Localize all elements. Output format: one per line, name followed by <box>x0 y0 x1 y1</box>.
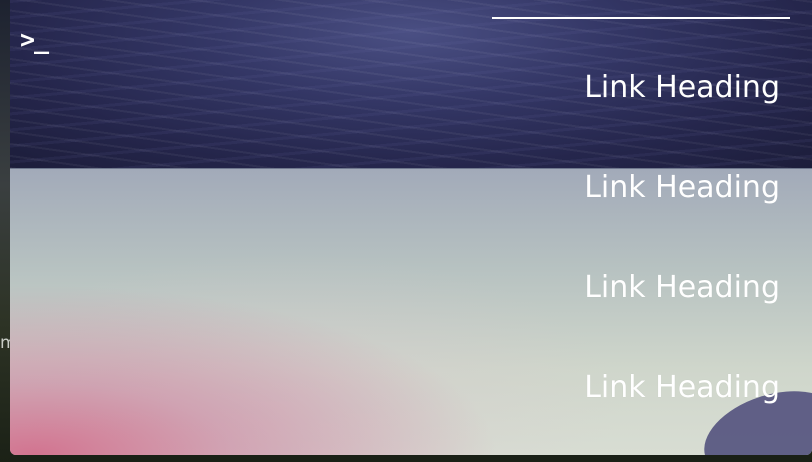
nav-link-1[interactable]: Link Heading <box>584 68 780 108</box>
nav-link-4[interactable]: Link Heading <box>584 368 780 408</box>
nav-link-3[interactable]: Link Heading <box>584 268 780 308</box>
navigation-overlay: >_ Link Heading Link Heading Link Headin… <box>10 0 812 455</box>
terminal-prompt-icon[interactable]: >_ <box>20 26 49 54</box>
nav-link-2[interactable]: Link Heading <box>584 168 780 208</box>
menu-divider <box>492 17 790 19</box>
background-edge <box>0 0 10 462</box>
app-window: m >_ Link Heading Link Heading Link Head… <box>0 0 812 462</box>
nav-links: Link Heading Link Heading Link Heading L… <box>420 68 780 408</box>
